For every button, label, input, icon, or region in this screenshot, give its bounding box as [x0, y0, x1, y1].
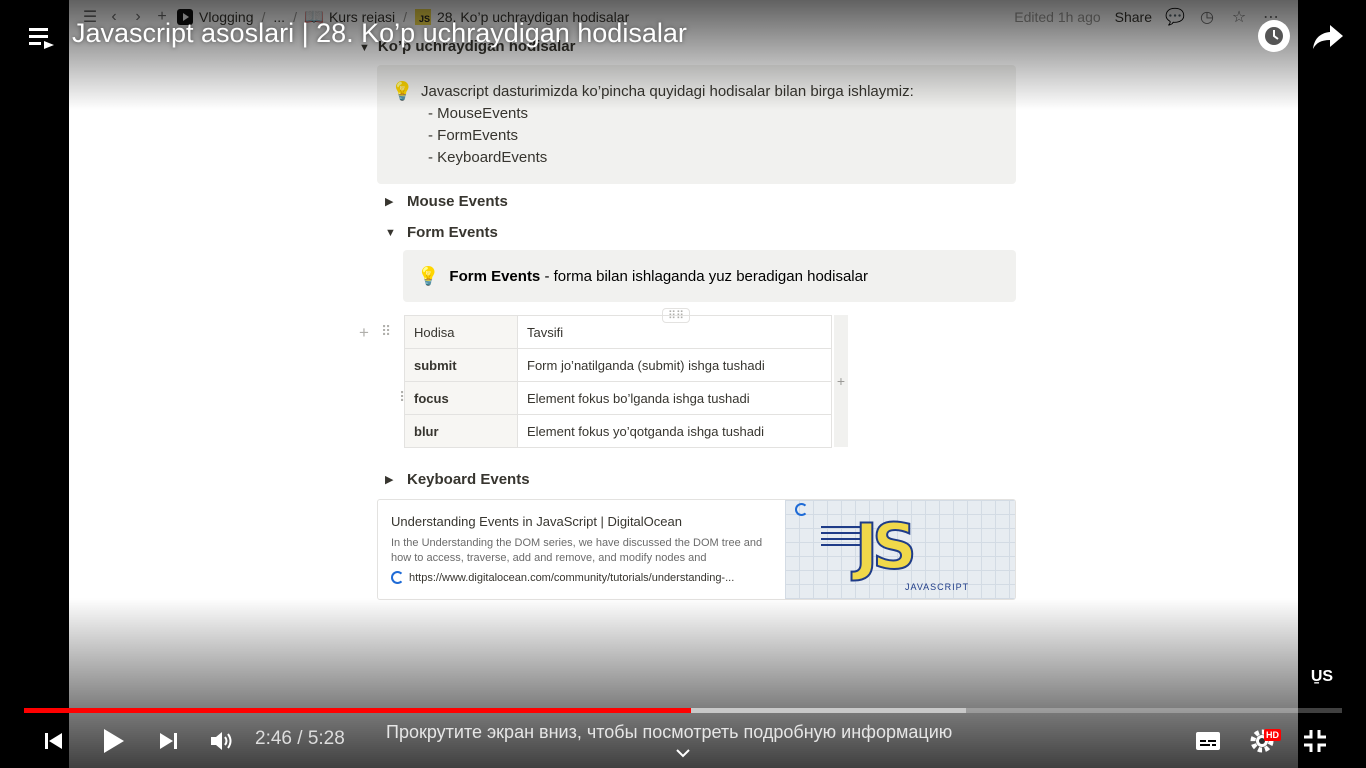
toggle-form-events[interactable]: ▼ Form Events [385, 224, 498, 241]
table-header-cell[interactable]: Hodisa [404, 315, 518, 349]
table-cell[interactable]: Element fokus yo’qotganda ishga tushadi [517, 414, 832, 448]
toggle-mouse-events[interactable]: ▶ Mouse Events [385, 193, 508, 210]
table-row: blur Element fokus yo’qotganda ishga tus… [404, 414, 832, 448]
callout-text: - forma bilan ishlaganda yuz beradigan h… [540, 267, 868, 285]
lightbulb-icon: 💡 [417, 265, 440, 286]
digitalocean-icon [391, 571, 404, 584]
time-total: 5:28 [307, 728, 345, 749]
chevron-down-icon[interactable] [674, 745, 692, 761]
edited-status: Edited 1h ago [1014, 9, 1101, 25]
callout-bold: Form Events [449, 267, 541, 285]
toggle-down-icon[interactable]: ▼ [385, 227, 401, 239]
thumbnail-caption: JAVASCRIPT [905, 582, 970, 592]
comments-icon[interactable]: 💬 [1165, 8, 1185, 26]
add-column-button[interactable]: + [834, 315, 848, 447]
table-row: submit Form jo’natilganda (submit) ishga… [404, 348, 832, 382]
subtitles-icon[interactable] [1193, 728, 1223, 754]
form-events-table: Hodisa Tavsifi submit Form jo’natilganda… [404, 315, 832, 448]
time-display: 2:46 / 5:28 [255, 728, 345, 749]
table-row: focus Element fokus bo’lganda ishga tush… [404, 381, 832, 415]
table-cell[interactable]: blur [404, 414, 518, 448]
exit-fullscreen-icon[interactable] [1300, 726, 1330, 756]
bookmark-title: Understanding Events in JavaScript | Dig… [391, 514, 682, 529]
lightbulb-icon: 💡 [391, 81, 414, 101]
favorite-star-icon[interactable]: ☆ [1230, 8, 1248, 26]
thumbnail-logo-text: JS [854, 509, 918, 584]
hd-badge: HD [1264, 729, 1281, 741]
progress-bar[interactable] [24, 708, 1342, 713]
video-frame[interactable]: ☰ ‹ › + Vlogging / ... / 📖 Kurs rejasi /… [69, 0, 1298, 768]
table-cell[interactable]: focus [404, 381, 518, 415]
previous-icon[interactable] [40, 728, 66, 754]
bookmark-description: In the Understanding the DOM series, we … [391, 537, 763, 564]
toggle-right-icon[interactable]: ▶ [385, 195, 401, 208]
video-title[interactable]: Javascript asoslari | 28. Ko’p uchraydig… [72, 18, 687, 49]
share-button[interactable]: Share [1115, 9, 1152, 25]
clock-icon[interactable] [1258, 20, 1290, 52]
play-icon[interactable] [96, 724, 130, 758]
form-events-callout: 💡 Form Events - forma bilan ishlaganda y… [403, 250, 1016, 302]
digitalocean-icon [795, 503, 808, 516]
channel-watermark[interactable]: U̱S [1303, 658, 1341, 696]
callout-item: - FormEvents [428, 127, 519, 144]
progress-played [24, 708, 691, 713]
toggle-keyboard-events[interactable]: ▶ Keyboard Events [385, 471, 530, 488]
callout-item: - MouseEvents [428, 105, 529, 122]
scroll-hint[interactable]: Прокрутите экран вниз, чтобы посмотреть … [386, 722, 952, 743]
table-cell[interactable]: Form jo’natilganda (submit) ishga tushad… [517, 348, 832, 382]
bookmark-thumbnail: JS JAVASCRIPT [785, 500, 1015, 599]
next-icon[interactable] [156, 728, 182, 754]
table-cell[interactable]: Element fokus bo’lganda ishga tushadi [517, 381, 832, 415]
table-header-cell[interactable]: Tavsifi [517, 315, 832, 349]
web-bookmark[interactable]: Understanding Events in JavaScript | Dig… [377, 499, 1016, 600]
volume-icon[interactable] [207, 726, 237, 756]
drag-handle-icon[interactable]: ⠿ [381, 323, 391, 340]
share-icon[interactable] [1310, 20, 1346, 54]
callout-intro: Javascript dasturimizda ko’pincha quyida… [421, 83, 914, 100]
add-block-icon[interactable]: + [359, 323, 369, 343]
toggle-right-icon[interactable]: ▶ [385, 473, 401, 486]
callout-item: - KeyboardEvents [428, 149, 548, 166]
table-cell[interactable]: submit [404, 348, 518, 382]
time-current: 2:46 [255, 728, 292, 749]
playlist-icon[interactable] [26, 22, 56, 52]
table-header-row: Hodisa Tavsifi [404, 315, 832, 349]
intro-callout: 💡 Javascript dasturimizda ko’pincha quyi… [377, 65, 1016, 184]
history-icon[interactable]: ◷ [1198, 8, 1216, 26]
bookmark-url: https://www.digitalocean.com/community/t… [391, 571, 734, 584]
